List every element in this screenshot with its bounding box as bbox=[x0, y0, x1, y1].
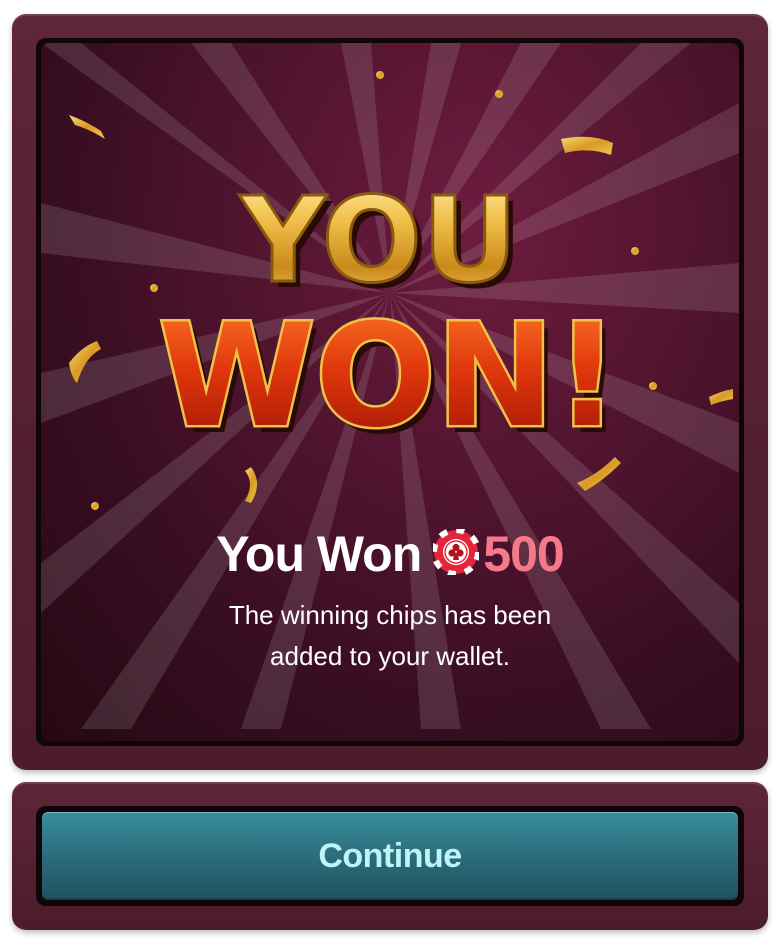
won-amount: 500 bbox=[483, 525, 564, 582]
continue-button[interactable]: Continue bbox=[42, 812, 738, 900]
description-line-2: added to your wallet. bbox=[270, 641, 510, 671]
won-label: You Won bbox=[216, 525, 422, 582]
headline-you: YOU bbox=[238, 171, 517, 309]
poker-chip-icon bbox=[431, 526, 482, 577]
action-bar: Continue bbox=[12, 782, 768, 930]
action-bar-inner: Continue bbox=[36, 806, 744, 906]
headline-won: WON! bbox=[159, 294, 620, 459]
result-description: The winning chips has been added to your… bbox=[41, 595, 739, 677]
dialog-inner-border: YOU YOU WON! WON! You Won 500 The winnin… bbox=[36, 38, 744, 746]
result-dialog: YOU YOU WON! WON! You Won 500 The winnin… bbox=[12, 14, 768, 770]
result-panel: YOU YOU WON! WON! You Won 500 The winnin… bbox=[41, 43, 739, 741]
description-line-1: The winning chips has been bbox=[228, 600, 552, 630]
won-amount-line: You Won 500 bbox=[41, 521, 739, 583]
